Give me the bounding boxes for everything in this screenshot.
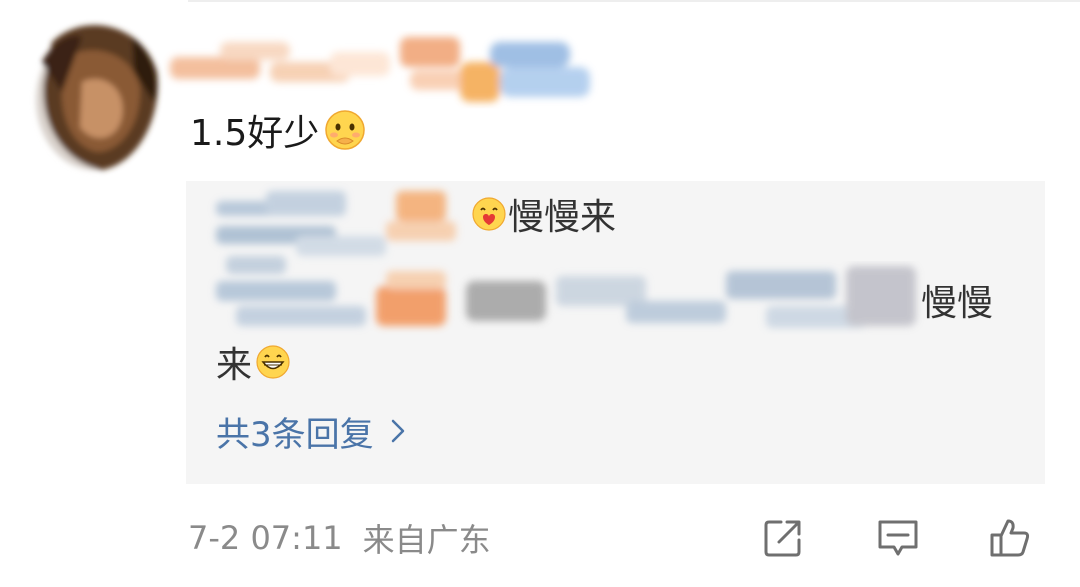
thumbs-up-icon xyxy=(990,519,1030,557)
reply-2-redacted xyxy=(216,266,916,328)
comment-card: 1.5好少 慢慢来 慢慢 来 共3条回复 7-2 07:11 来自广东 xyxy=(0,0,1080,587)
reply-2-text: 慢慢 xyxy=(921,283,994,324)
share-button[interactable] xyxy=(755,510,811,566)
reply-count-label: 共3条回复 xyxy=(216,414,374,455)
top-divider xyxy=(188,0,1080,2)
chevron-right-icon xyxy=(391,419,404,443)
reply-2: 慢慢 xyxy=(921,275,993,325)
comment-button[interactable] xyxy=(870,510,926,566)
username[interactable] xyxy=(160,22,610,112)
comment-body: 1.5好少 xyxy=(190,113,320,154)
comment-text: 1.5好少 xyxy=(190,104,367,156)
share-icon xyxy=(764,520,801,557)
grinning-face-icon xyxy=(256,345,290,379)
timestamp: 7-2 07:11 xyxy=(188,519,343,557)
reply-2-text-cont: 来 xyxy=(216,345,253,386)
comment-icon xyxy=(878,520,918,556)
reply-1-text: 慢慢来 xyxy=(508,197,617,238)
hugging-heart-icon xyxy=(472,197,506,231)
reply-1: 慢慢来 xyxy=(470,189,616,239)
like-button[interactable] xyxy=(982,510,1038,566)
location-source: 来自广东 xyxy=(362,521,491,559)
reply-preview-box[interactable]: 慢慢来 慢慢 来 共3条回复 xyxy=(186,181,1045,484)
comment-meta: 7-2 07:11 来自广东 xyxy=(188,515,491,561)
view-replies-link[interactable]: 共3条回复 xyxy=(216,406,406,456)
pleading-face-icon xyxy=(325,110,366,150)
avatar[interactable] xyxy=(22,12,172,177)
reply-2-continuation: 来 xyxy=(216,337,292,387)
